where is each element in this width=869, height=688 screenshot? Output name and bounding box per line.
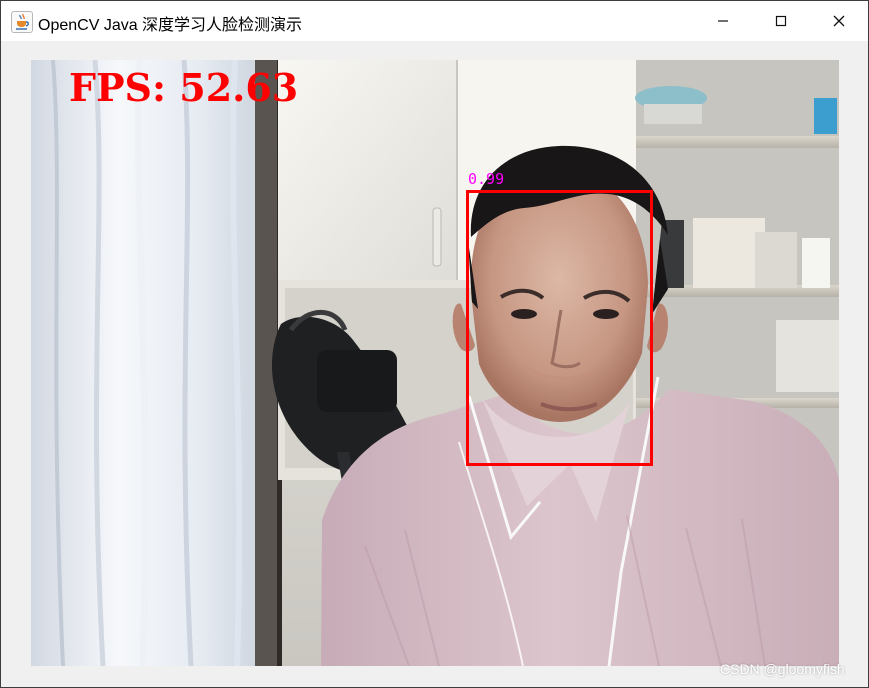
window-controls (694, 1, 868, 41)
close-button[interactable] (810, 1, 868, 41)
close-icon (833, 15, 845, 27)
maximize-button[interactable] (752, 1, 810, 41)
maximize-icon (775, 15, 787, 27)
minimize-button[interactable] (694, 1, 752, 41)
face-confidence-label: 0.99 (468, 170, 505, 188)
app-window: OpenCV Java 深度学习人脸检测演示 FPS: 52.63 0.99 C… (0, 0, 869, 688)
camera-frame (31, 60, 839, 666)
title-bar[interactable]: OpenCV Java 深度学习人脸检测演示 (1, 1, 868, 41)
csdn-watermark: CSDN @gloomyfish (720, 661, 845, 677)
java-coffee-cup-icon (11, 11, 33, 33)
window-title: OpenCV Java 深度学习人脸检测演示 (38, 17, 303, 34)
fps-counter: FPS: 52.63 (69, 65, 299, 110)
minimize-icon (718, 20, 728, 22)
face-detection-box (466, 190, 653, 466)
video-preview: FPS: 52.63 0.99 (31, 60, 839, 666)
